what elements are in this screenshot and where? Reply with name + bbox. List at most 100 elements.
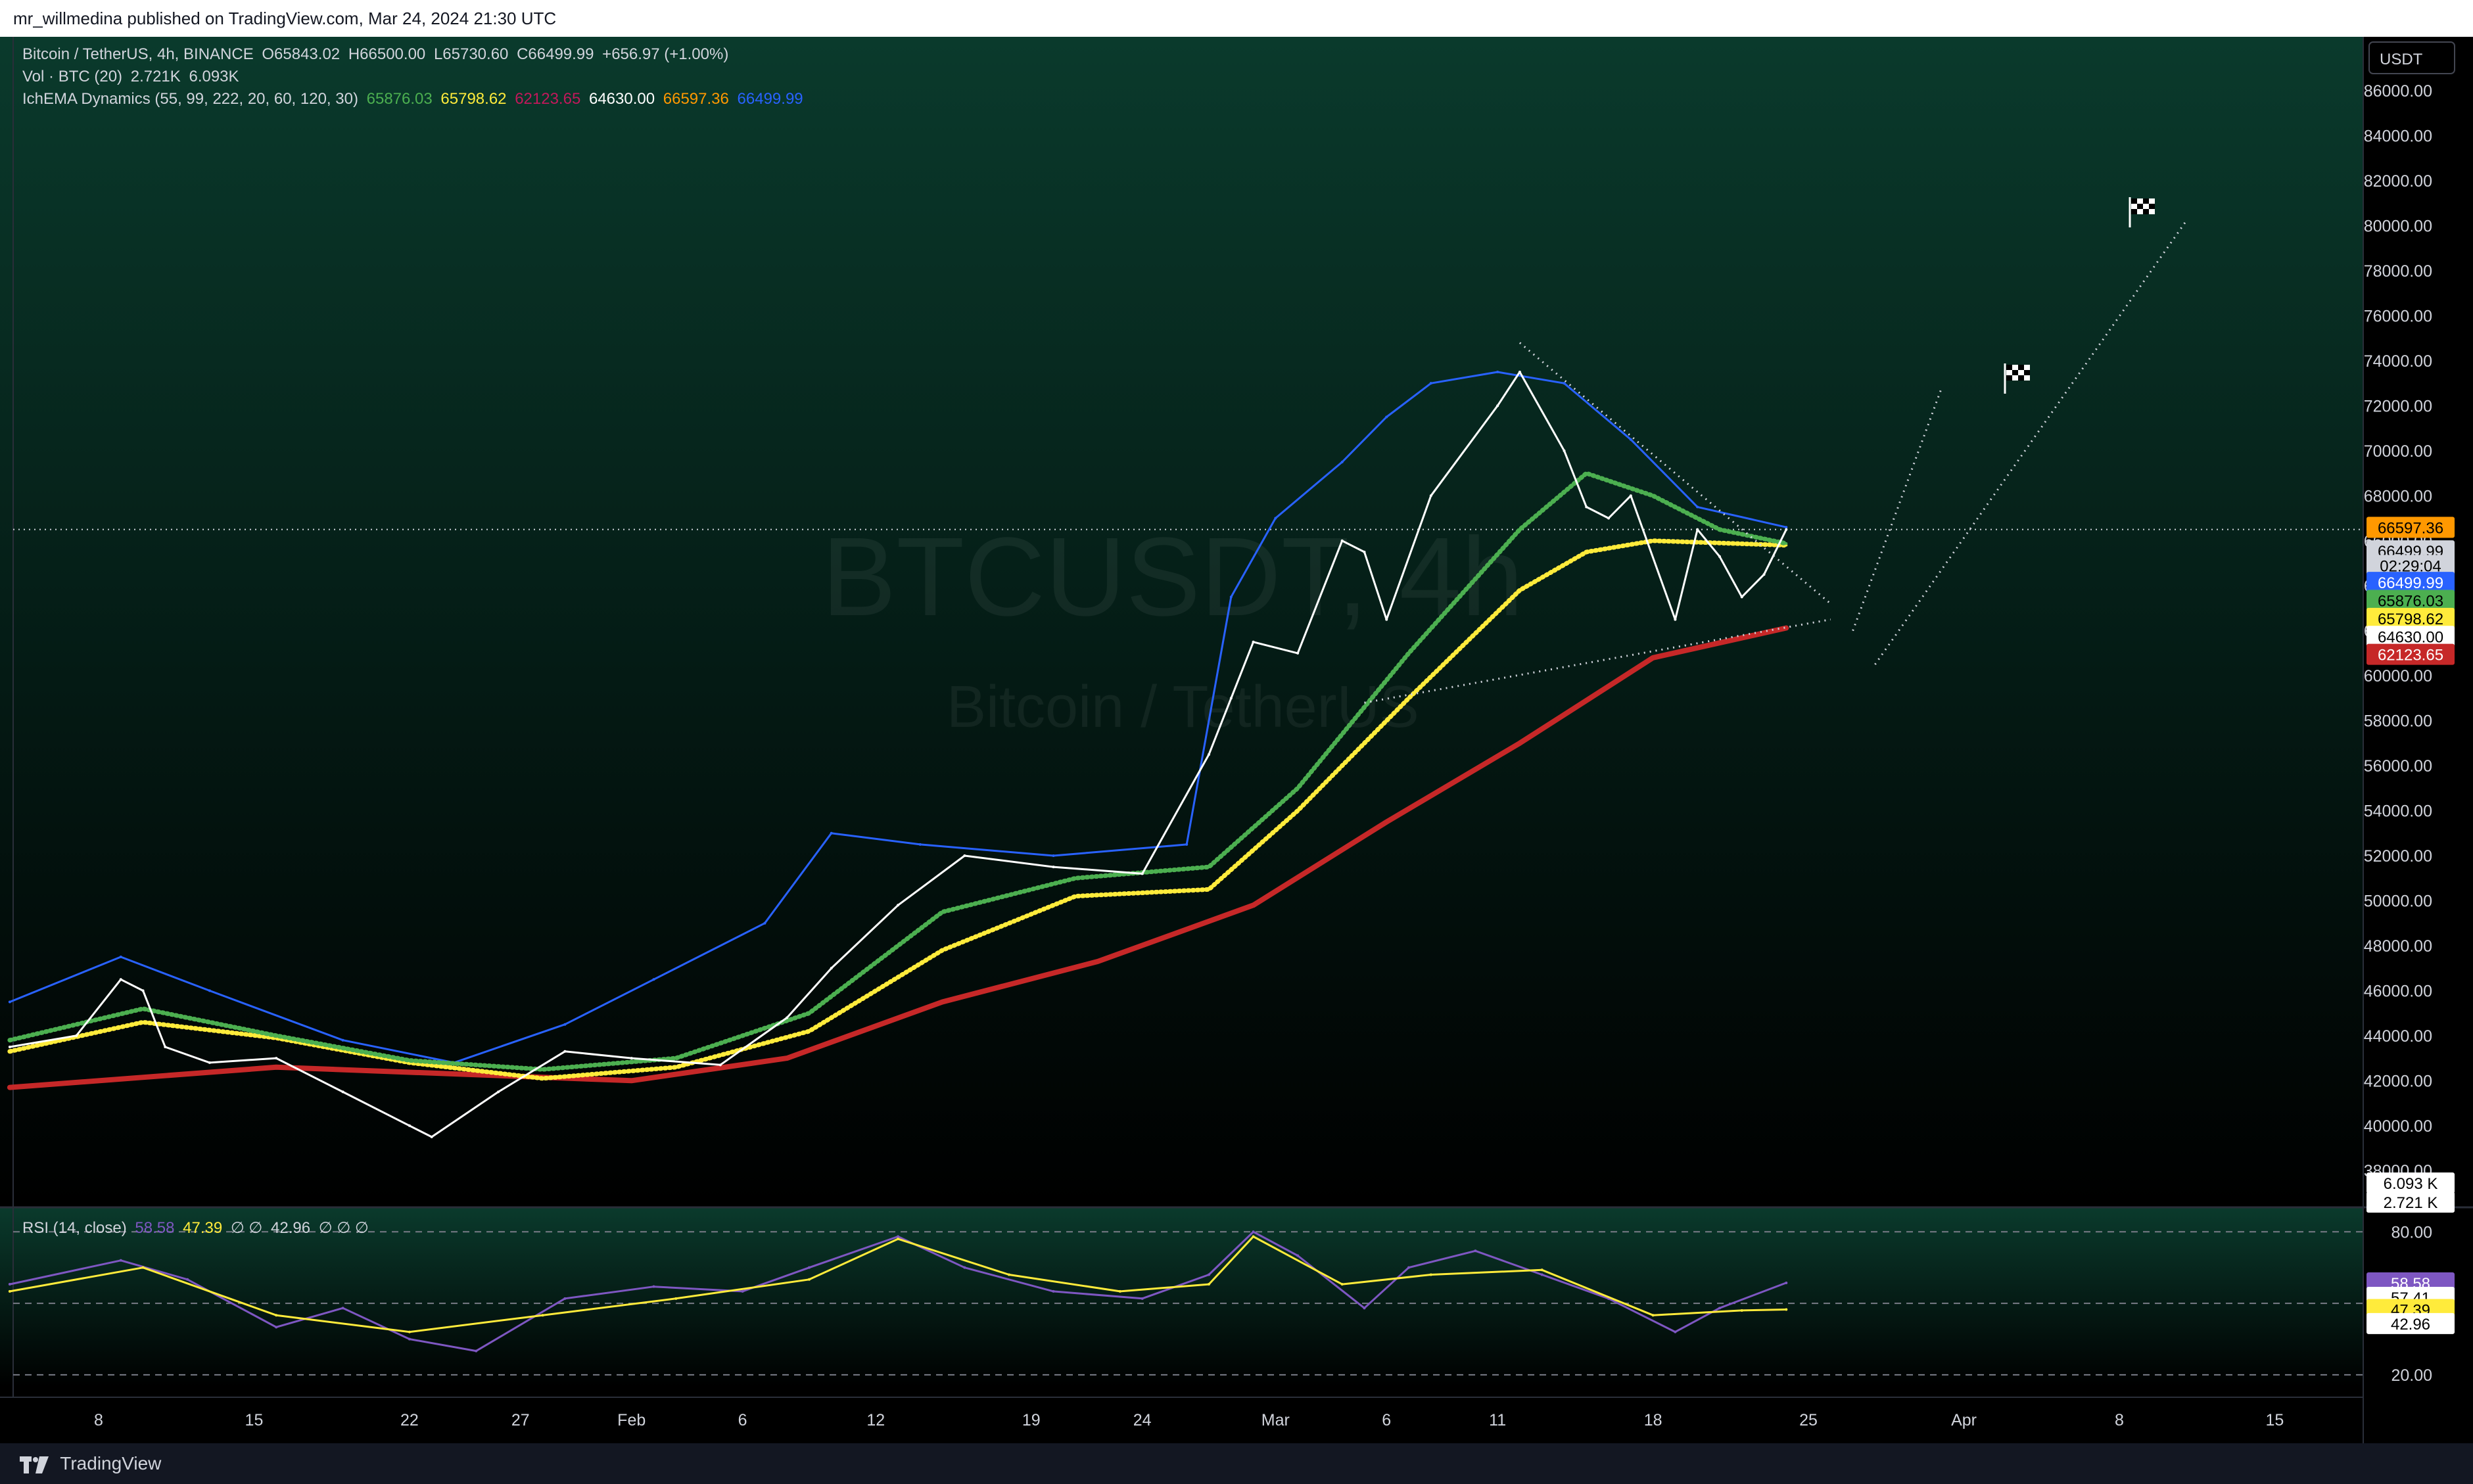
price-tick-label[interactable]: 76000.00 [2364,307,2432,325]
price-tick-label[interactable]: 72000.00 [2364,397,2432,415]
legend-ichema-value: 65798.62 [440,90,507,108]
axis-price-tag-label: 64630.00 [2378,628,2443,646]
data-point-rsi [341,1307,344,1310]
price-tick-label[interactable]: 46000.00 [2364,982,2432,1000]
brand-name[interactable]: TradingView [60,1453,161,1473]
price-tick-label[interactable]: 84000.00 [2364,128,2432,146]
data-point-close [563,1050,567,1053]
data-point-rsi-ma [8,1289,11,1293]
data-point-rsi-ma [1252,1235,1255,1238]
data-point-ema-slow [1518,741,1521,745]
time-tick-label[interactable]: 24 [1133,1411,1152,1429]
price-tick-label[interactable]: 68000.00 [2364,487,2432,505]
time-tick-label[interactable]: 11 [1489,1411,1506,1429]
time-tick-label[interactable]: 19 [1022,1411,1041,1429]
legend-high: H66500.00 [348,45,426,63]
legend-ichema-value: 66499.99 [737,90,803,108]
data-point-rsi-ma [1740,1309,1743,1312]
price-tick-label[interactable]: 60000.00 [2364,667,2432,685]
data-point-close [1208,753,1210,756]
legend-rsi[interactable]: RSI (14, close) 58.58 47.39 ∅ ∅ 42.96 ∅ … [22,1217,373,1240]
data-point-close [430,1135,433,1138]
data-point-rsi [807,1266,811,1269]
price-tick-label[interactable]: 78000.00 [2364,262,2432,281]
price-tick-label[interactable]: 50000.00 [2364,892,2432,910]
data-point-upper-band [918,843,922,846]
axis-price-tag-label: 62123.65 [2378,647,2443,664]
legend-volume-label: Vol · BTC (20) [22,68,123,85]
axis-price-tag-label: 6.093 K [2384,1175,2438,1193]
data-point-rsi [1718,1307,1721,1310]
data-point-close [897,904,900,907]
data-point-ema-fast [541,1068,544,1071]
axis-price-tag-label: 2.721 K [2384,1194,2438,1212]
time-tick-label[interactable]: 15 [245,1411,264,1429]
data-point-ema-fast [1651,494,1655,498]
time-tick-label[interactable]: 12 [866,1411,885,1429]
legend-rsi-v3: 42.96 [271,1219,311,1237]
price-tick-label[interactable]: 52000.00 [2364,847,2432,866]
data-point-close [1629,494,1632,498]
legend-rsi-v1: 58.58 [135,1219,175,1237]
price-tick-label[interactable]: 56000.00 [2364,757,2432,776]
data-point-ema-slow [1651,656,1655,659]
data-point-upper-band [208,989,211,992]
time-axis-ticks[interactable]: 8 15 22 27 Feb 6 12 19 24 Mar 6 11 18 25 Apr 8 15 [94,1411,2284,1429]
data-point-close [1252,640,1255,643]
data-point-upper-band [1696,505,1699,509]
data-point-rsi [1208,1273,1210,1276]
time-tick-label[interactable]: 8 [94,1411,103,1429]
time-tick-label[interactable]: 22 [400,1411,419,1429]
time-tick-label[interactable]: Apr [1951,1411,1977,1429]
currency-label: USDT [2380,51,2423,68]
data-point-rsi-ma [1785,1308,1788,1311]
legend-ichema[interactable]: IchEMA Dynamics (55, 99, 222, 20, 60, 12… [22,88,807,110]
rsi-tick-label[interactable]: 20.00 [2391,1366,2432,1385]
data-point-ema-fast [141,1007,145,1010]
price-tick-label[interactable]: 54000.00 [2364,802,2432,821]
data-point-rsi-ma [1340,1283,1344,1286]
data-point-close [718,1063,722,1067]
data-point-close [1585,505,1588,509]
tradingview-logo-icon[interactable] [20,1456,49,1473]
data-point-upper-band [763,921,766,925]
legend-main[interactable]: Bitcoin / TetherUS, 4h, BINANCE O65843.0… [22,43,732,66]
data-point-rsi [475,1349,478,1353]
price-tick-label[interactable]: 80000.00 [2364,218,2432,236]
price-tick-label[interactable]: 48000.00 [2364,937,2432,956]
data-point-upper-band [1229,595,1233,599]
legend-low: L65730.60 [433,45,509,63]
data-point-ema-slow [1252,904,1255,907]
data-point-rsi [1252,1230,1255,1234]
price-tick-label[interactable]: 58000.00 [2364,712,2432,731]
data-point-upper-band [8,1000,11,1004]
data-point-upper-band [1496,371,1499,374]
time-tick-label[interactable]: 18 [1644,1411,1662,1429]
time-tick-label[interactable]: Feb [617,1411,646,1429]
time-tick-label[interactable]: 8 [2115,1411,2124,1429]
price-tick-label[interactable]: 74000.00 [2364,352,2432,371]
price-tick-label[interactable]: 70000.00 [2364,442,2432,461]
price-tick-label[interactable]: 42000.00 [2364,1072,2432,1090]
time-tick-label[interactable]: 15 [2266,1411,2284,1429]
legend-rsi-label: RSI (14, close) [22,1219,127,1237]
price-tick-label[interactable]: 44000.00 [2364,1027,2432,1046]
data-point-close [341,1090,344,1094]
legend-volume[interactable]: Vol · BTC (20) 2.721K 6.093K [22,66,243,88]
time-tick-label[interactable]: Mar [1261,1411,1290,1429]
data-point-ema-fast [408,1059,411,1062]
legend-volume-v2: 6.093K [189,68,239,85]
price-tick-label[interactable]: 40000.00 [2364,1117,2432,1136]
data-point-close [1229,697,1233,700]
data-point-rsi-ma [897,1238,900,1241]
time-tick-label[interactable]: 27 [511,1411,530,1429]
price-tick-label[interactable]: 82000.00 [2364,172,2432,191]
time-tick-label[interactable]: 25 [1799,1411,1818,1429]
time-tick-label[interactable]: 6 [1382,1411,1391,1429]
data-point-rsi-ma [807,1278,811,1281]
rsi-tick-label[interactable]: 80.00 [2391,1223,2432,1241]
legend-ichema-value: 62123.65 [515,90,581,108]
price-tick-label[interactable]: 86000.00 [2364,82,2432,101]
data-point-rsi [1474,1249,1477,1253]
time-tick-label[interactable]: 6 [738,1411,747,1429]
